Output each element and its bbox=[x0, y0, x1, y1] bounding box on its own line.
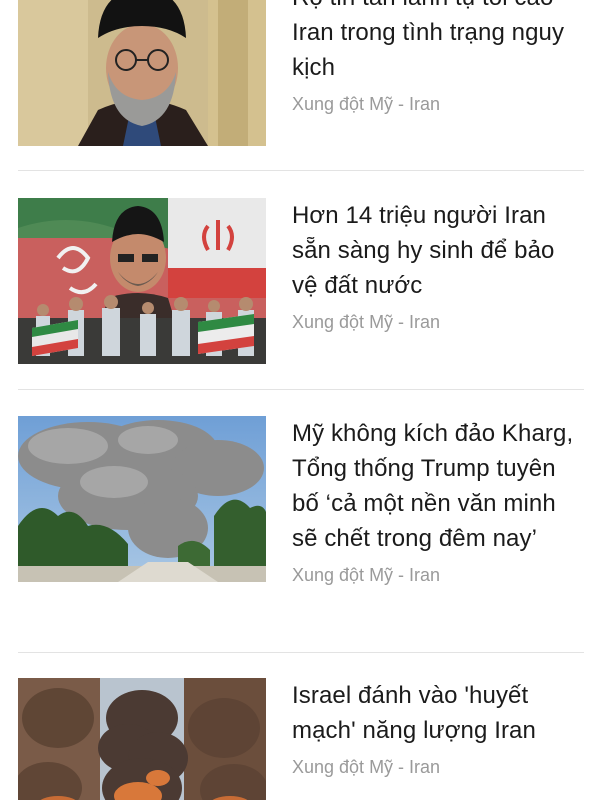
article-item[interactable]: Israel đánh vào 'huyết mạch' năng lượng … bbox=[18, 678, 584, 800]
article-category[interactable]: Xung đột Mỹ - Iran bbox=[292, 93, 584, 115]
article-category[interactable]: Xung đột Mỹ - Iran bbox=[292, 311, 584, 333]
article-thumbnail[interactable] bbox=[18, 0, 266, 146]
article-title[interactable]: Mỹ không kích đảo Kharg, Tổng thống Trum… bbox=[292, 416, 584, 556]
divider bbox=[18, 652, 584, 653]
article-title[interactable]: Israel đánh vào 'huyết mạch' năng lượng … bbox=[292, 678, 584, 748]
article-item[interactable]: Hơn 14 triệu người Iran sẵn sàng hy sinh… bbox=[18, 198, 584, 364]
article-title[interactable]: Rộ tin tân lãnh tụ tối cao Iran trong tì… bbox=[292, 0, 584, 85]
divider bbox=[18, 170, 584, 171]
article-thumbnail[interactable] bbox=[18, 678, 266, 800]
article-category[interactable]: Xung đột Mỹ - Iran bbox=[292, 756, 584, 778]
article-text: Rộ tin tân lãnh tụ tối cao Iran trong tì… bbox=[292, 0, 584, 115]
article-thumbnail[interactable] bbox=[18, 416, 266, 582]
article-text: Mỹ không kích đảo Kharg, Tổng thống Trum… bbox=[292, 416, 584, 586]
news-feed: Rộ tin tân lãnh tụ tối cao Iran trong tì… bbox=[0, 0, 600, 800]
article-text: Hơn 14 triệu người Iran sẵn sàng hy sinh… bbox=[292, 198, 584, 333]
article-category[interactable]: Xung đột Mỹ - Iran bbox=[292, 564, 584, 586]
article-thumbnail[interactable] bbox=[18, 198, 266, 364]
article-text: Israel đánh vào 'huyết mạch' năng lượng … bbox=[292, 678, 584, 778]
article-title[interactable]: Hơn 14 triệu người Iran sẵn sàng hy sinh… bbox=[292, 198, 584, 303]
article-item[interactable]: Rộ tin tân lãnh tụ tối cao Iran trong tì… bbox=[18, 0, 584, 146]
article-item[interactable]: Mỹ không kích đảo Kharg, Tổng thống Trum… bbox=[18, 416, 584, 616]
divider bbox=[18, 389, 584, 390]
